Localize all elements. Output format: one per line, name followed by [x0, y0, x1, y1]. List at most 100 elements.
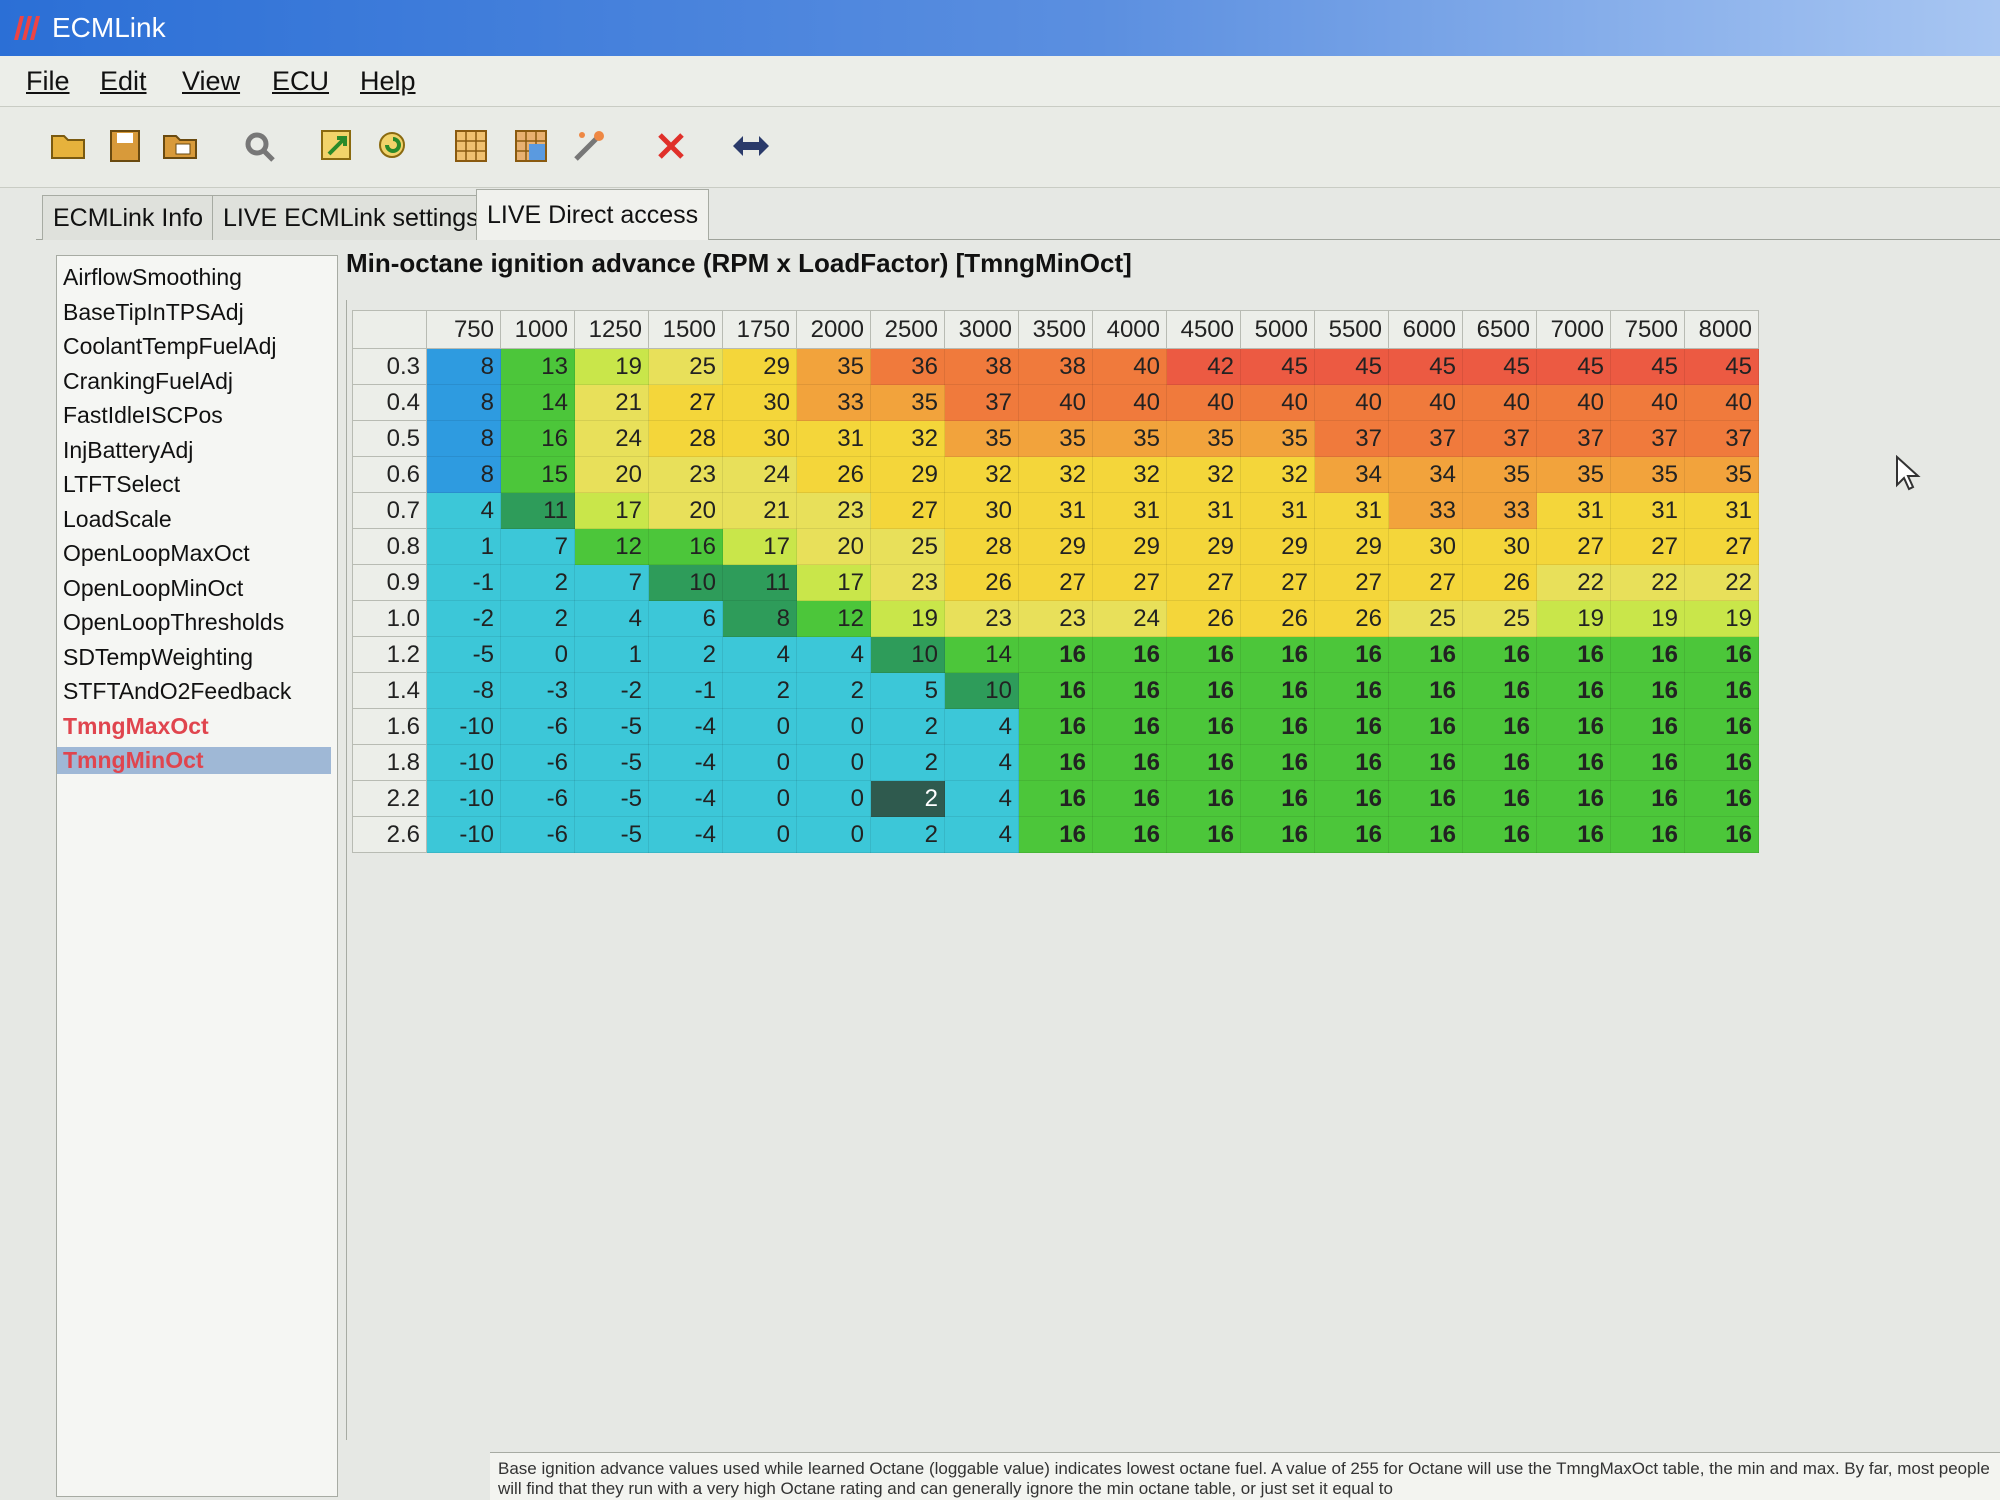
map-cell[interactable]: 16 — [1314, 672, 1389, 709]
map-cell[interactable]: 16 — [1610, 816, 1685, 853]
sidebar-item-crankingfueladj[interactable]: CrankingFuelAdj — [63, 368, 233, 395]
map-cell[interactable]: 0 — [796, 708, 871, 745]
map-cell[interactable]: 27 — [1092, 564, 1167, 601]
sidebar-item-sdtempweighting[interactable]: SDTempWeighting — [63, 644, 253, 671]
map-cell[interactable]: 16 — [1684, 672, 1759, 709]
map-cell[interactable]: 20 — [648, 492, 723, 529]
map-cell[interactable]: 2 — [870, 744, 945, 781]
map-cell[interactable]: 40 — [1092, 384, 1167, 421]
map-cell[interactable]: 36 — [870, 348, 945, 385]
tab-ecmlink-info[interactable]: ECMLink Info — [42, 195, 215, 240]
sidebar-item-openloopthresholds[interactable]: OpenLoopThresholds — [63, 609, 284, 636]
map-cell[interactable]: 26 — [944, 564, 1019, 601]
map-cell[interactable]: 7 — [574, 564, 649, 601]
map-cell[interactable]: 37 — [1684, 420, 1759, 457]
close-button[interactable] — [650, 125, 692, 167]
map-cell[interactable]: 26 — [1314, 600, 1389, 637]
map-cell[interactable]: 35 — [1018, 420, 1093, 457]
map-cell[interactable]: 28 — [944, 528, 1019, 565]
map-cell[interactable]: 16 — [1388, 636, 1463, 673]
map-cell[interactable]: 31 — [1536, 492, 1611, 529]
map-cell[interactable]: 23 — [870, 564, 945, 601]
map-cell[interactable]: 25 — [1462, 600, 1537, 637]
map-cell[interactable]: 19 — [1536, 600, 1611, 637]
map-cell[interactable]: 23 — [648, 456, 723, 493]
map-cell[interactable]: -5 — [574, 816, 649, 853]
map-cell[interactable]: 17 — [796, 564, 871, 601]
map-cell[interactable]: 26 — [1240, 600, 1315, 637]
map-cell[interactable]: 16 — [1536, 744, 1611, 781]
open-button[interactable] — [48, 125, 90, 167]
map-cell[interactable]: 16 — [1240, 780, 1315, 817]
map-cell[interactable]: 4 — [944, 780, 1019, 817]
sidebar-item-stftando2feedback[interactable]: STFTAndO2Feedback — [63, 678, 291, 705]
map-cell[interactable]: 16 — [1388, 816, 1463, 853]
map-cell[interactable]: 30 — [944, 492, 1019, 529]
map-cell[interactable]: 1 — [574, 636, 649, 673]
map-cell[interactable]: 8 — [722, 600, 797, 637]
map-cell[interactable]: 34 — [1388, 456, 1463, 493]
map-cell[interactable]: 40 — [1018, 384, 1093, 421]
map-cell[interactable]: 38 — [1018, 348, 1093, 385]
map-cell[interactable]: 16 — [1610, 672, 1685, 709]
map-cell[interactable]: 16 — [1314, 636, 1389, 673]
map-cell[interactable]: 40 — [1166, 384, 1241, 421]
map-cell[interactable]: 16 — [1684, 816, 1759, 853]
map-cell[interactable]: 16 — [1240, 708, 1315, 745]
map-cell[interactable]: 14 — [944, 636, 1019, 673]
map-cell[interactable]: 35 — [1684, 456, 1759, 493]
sidebar-item-tmngmaxoct[interactable]: TmngMaxOct — [63, 713, 209, 740]
map-cell[interactable]: 16 — [1092, 780, 1167, 817]
map-cell[interactable]: 11 — [500, 492, 575, 529]
map-cell[interactable]: 40 — [1536, 384, 1611, 421]
map-cell[interactable]: 16 — [1166, 816, 1241, 853]
map-cell[interactable]: 16 — [1462, 816, 1537, 853]
map-cell[interactable]: 16 — [1240, 816, 1315, 853]
map-cell[interactable]: 16 — [1462, 744, 1537, 781]
map-cell[interactable]: 12 — [574, 528, 649, 565]
map-cell[interactable]: 10 — [944, 672, 1019, 709]
map-cell[interactable]: -10 — [426, 744, 501, 781]
map-cell[interactable]: 32 — [944, 456, 1019, 493]
map-cell[interactable]: 16 — [1314, 744, 1389, 781]
sidebar-item-coolanttempfueladj[interactable]: CoolantTempFuelAdj — [63, 333, 277, 360]
map-cell[interactable]: 16 — [1166, 744, 1241, 781]
map-cell[interactable]: 14 — [500, 384, 575, 421]
map-cell[interactable]: 25 — [870, 528, 945, 565]
map-cell[interactable]: 45 — [1314, 348, 1389, 385]
map-cell[interactable]: -4 — [648, 744, 723, 781]
map-cell[interactable]: 16 — [1092, 672, 1167, 709]
map-cell[interactable]: 16 — [1684, 636, 1759, 673]
map-cell[interactable]: 23 — [796, 492, 871, 529]
map-cell[interactable]: 8 — [426, 456, 501, 493]
map-cell[interactable]: 25 — [648, 348, 723, 385]
map-cell[interactable]: 16 — [1314, 780, 1389, 817]
map-cell[interactable]: 23 — [944, 600, 1019, 637]
map-cell[interactable]: 2 — [870, 780, 945, 817]
tools-button[interactable] — [238, 125, 280, 167]
sidebar-item-fastidleiscpos[interactable]: FastIdleISCPos — [63, 402, 223, 429]
menu-view[interactable]: View — [182, 66, 240, 97]
map-cell[interactable]: -10 — [426, 780, 501, 817]
compare-button[interactable] — [510, 125, 552, 167]
map-cell[interactable]: 35 — [1166, 420, 1241, 457]
map-cell[interactable]: 16 — [1536, 636, 1611, 673]
map-cell[interactable]: 31 — [1610, 492, 1685, 529]
tab-live-direct-access[interactable]: LIVE Direct access — [476, 189, 710, 240]
map-cell[interactable]: 29 — [1092, 528, 1167, 565]
map-cell[interactable]: 26 — [1166, 600, 1241, 637]
map-cell[interactable]: 27 — [1388, 564, 1463, 601]
map-cell[interactable]: 16 — [1240, 636, 1315, 673]
map-cell[interactable]: 27 — [1610, 528, 1685, 565]
map-cell[interactable]: 8 — [426, 384, 501, 421]
map-cell[interactable]: 2 — [500, 600, 575, 637]
map-cell[interactable]: 29 — [1018, 528, 1093, 565]
sidebar-item-basetipintpsadj[interactable]: BaseTipInTPSAdj — [63, 299, 244, 326]
map-cell[interactable]: 0 — [796, 744, 871, 781]
map-cell[interactable]: -5 — [574, 708, 649, 745]
map-cell[interactable]: 29 — [1166, 528, 1241, 565]
sidebar-item-airflowsmoothing[interactable]: AirflowSmoothing — [63, 264, 242, 291]
map-cell[interactable]: 16 — [1240, 744, 1315, 781]
map-cell[interactable]: -10 — [426, 816, 501, 853]
map-cell[interactable]: -4 — [648, 816, 723, 853]
